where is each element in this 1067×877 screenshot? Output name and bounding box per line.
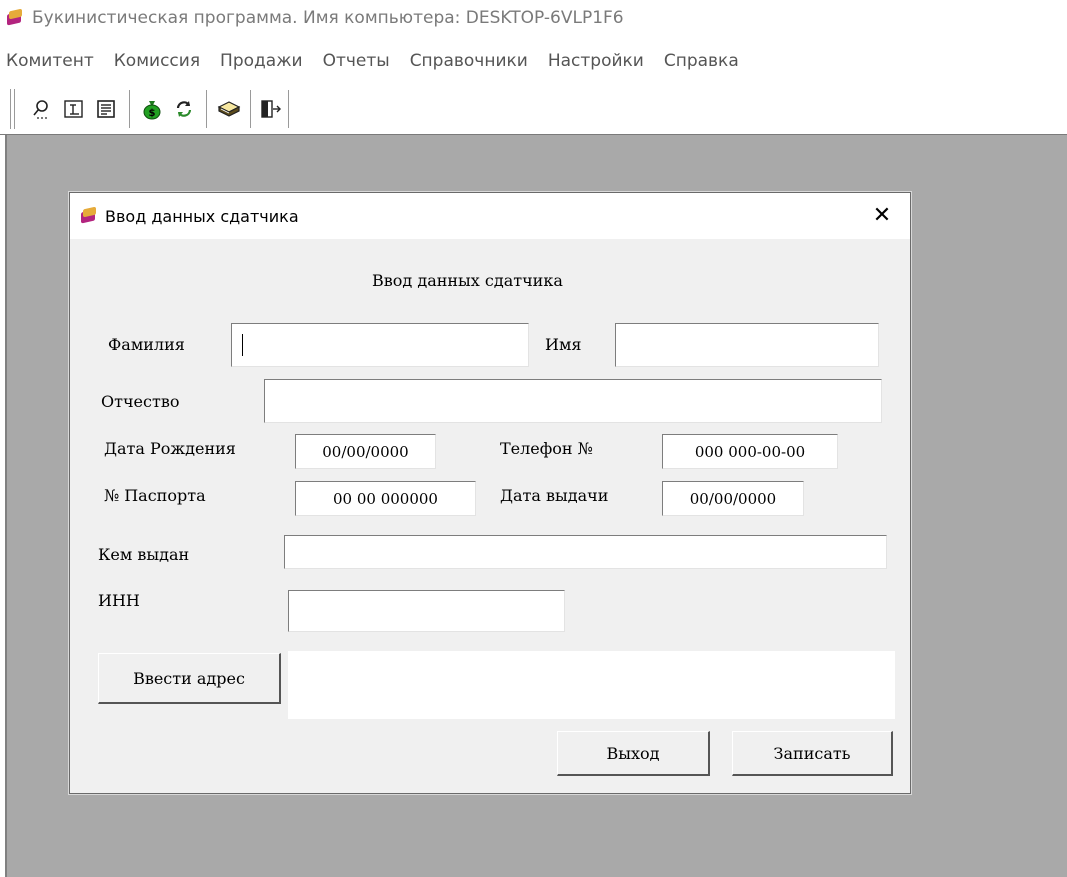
- enter-address-button[interactable]: Ввести адрес: [98, 653, 281, 704]
- issued-by-field[interactable]: [284, 535, 887, 569]
- toolbar-grip[interactable]: [10, 89, 15, 129]
- menu-komitent[interactable]: Комитент: [0, 51, 106, 71]
- passport-field[interactable]: 00 00 000000: [295, 481, 476, 516]
- dialog-titlebar[interactable]: Ввод данных сдатчика ✕: [70, 193, 910, 239]
- surname-label: Фамилия: [108, 335, 185, 354]
- phone-field[interactable]: 000 000-00-00: [662, 434, 838, 469]
- issue-date-field[interactable]: 00/00/0000: [662, 481, 804, 516]
- text-cursor-icon[interactable]: [62, 96, 86, 122]
- menu-nastroyki[interactable]: Настройки: [540, 51, 656, 71]
- issue-date-label: Дата выдачи: [500, 486, 609, 505]
- menu-bar: Комитент Комиссия Продажи Отчеты Справоч…: [0, 44, 1067, 78]
- menu-prodazhi[interactable]: Продажи: [212, 51, 315, 71]
- phone-label: Телефон №: [500, 439, 593, 458]
- issued-by-label: Кем выдан: [98, 545, 190, 564]
- passport-label: № Паспорта: [104, 486, 206, 505]
- depositor-dialog: Ввод данных сдатчика ✕ Ввод данных сдатч…: [69, 192, 911, 794]
- menu-komissiya[interactable]: Комиссия: [106, 51, 212, 71]
- birth-date-field[interactable]: 00/00/0000: [295, 434, 436, 469]
- menu-spravka[interactable]: Справка: [656, 51, 751, 71]
- svg-text:$: $: [149, 108, 156, 119]
- patronymic-field[interactable]: [264, 379, 882, 423]
- app-titlebar: Букинистическая программа. Имя компьютер…: [0, 0, 1067, 36]
- toolbar: $: [0, 84, 1067, 135]
- toolbar-separator: [206, 90, 207, 128]
- dialog-heading: Ввод данных сдатчика: [372, 271, 563, 290]
- document-icon[interactable]: [94, 96, 118, 122]
- inn-label: ИНН: [98, 591, 140, 610]
- toolbar-separator: [288, 90, 289, 128]
- close-icon[interactable]: ✕: [868, 201, 896, 229]
- name-label: Имя: [545, 335, 582, 354]
- toolbar-separator: [129, 90, 130, 128]
- book-icon[interactable]: [217, 96, 241, 122]
- exit-door-icon[interactable]: [258, 96, 282, 122]
- save-button[interactable]: Записать: [732, 731, 893, 776]
- birth-date-label: Дата Рождения: [104, 439, 236, 458]
- inn-field[interactable]: [288, 590, 565, 632]
- toolbar-separator: [250, 90, 251, 128]
- text-caret: [242, 334, 243, 356]
- dialog-title: Ввод данных сдатчика: [105, 206, 299, 226]
- app-books-icon: [6, 8, 24, 27]
- name-field[interactable]: [615, 323, 879, 367]
- patronymic-label: Отчество: [101, 392, 180, 411]
- menu-otchety[interactable]: Отчеты: [315, 51, 402, 71]
- app-title: Букинистическая программа. Имя компьютер…: [32, 8, 624, 28]
- dialog-books-icon: [80, 206, 98, 225]
- menu-spravochniki[interactable]: Справочники: [402, 51, 540, 71]
- money-bag-icon[interactable]: $: [140, 96, 164, 122]
- surname-field[interactable]: [231, 323, 529, 367]
- search-icon[interactable]: [30, 96, 54, 122]
- refresh-icon[interactable]: [172, 96, 196, 122]
- exit-button[interactable]: Выход: [557, 731, 710, 776]
- address-display: [288, 651, 895, 719]
